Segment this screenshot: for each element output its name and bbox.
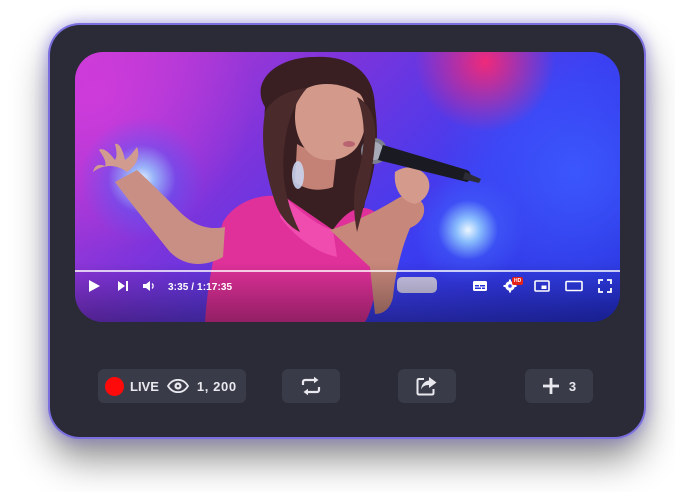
skip-next-icon [116, 279, 130, 298]
add-button[interactable]: 3 [525, 369, 593, 403]
fullscreen-icon [598, 278, 612, 298]
play-button[interactable] [85, 279, 103, 297]
time-display: 3:35 / 1:17:35 [168, 282, 233, 293]
video-card: 3:35 / 1:17:35 HD LIVE 1, 200 3 [50, 25, 644, 437]
repeat-button[interactable] [282, 369, 340, 403]
subtitles-icon [472, 279, 488, 298]
next-button[interactable] [114, 279, 132, 297]
share-icon [416, 376, 438, 396]
live-views-button[interactable]: LIVE 1, 200 [98, 369, 246, 403]
add-count: 3 [568, 378, 577, 394]
volume-icon [142, 279, 156, 298]
view-count: 1, 200 [196, 378, 237, 394]
settings-icon: HD [503, 276, 524, 298]
miniplayer-button[interactable] [533, 279, 551, 297]
fullscreen-button[interactable] [596, 278, 614, 298]
eye-icon [166, 379, 189, 393]
video-player[interactable]: 3:35 / 1:17:35 HD [75, 52, 620, 322]
live-indicator [105, 376, 124, 396]
share-button[interactable] [398, 369, 456, 403]
repeat-icon [300, 376, 322, 396]
subtitles-button[interactable] [471, 279, 489, 297]
live-label: LIVE [130, 378, 159, 394]
volume-button[interactable] [140, 279, 158, 297]
miniplayer-icon [534, 279, 550, 298]
progress-bar[interactable] [75, 270, 620, 272]
theater-mode-button[interactable] [565, 279, 583, 297]
plus-icon [542, 377, 560, 395]
hd-badge: HD [512, 276, 524, 285]
theater-mode-icon [565, 279, 583, 298]
play-icon [87, 279, 101, 298]
settings-button[interactable]: HD [501, 276, 524, 298]
